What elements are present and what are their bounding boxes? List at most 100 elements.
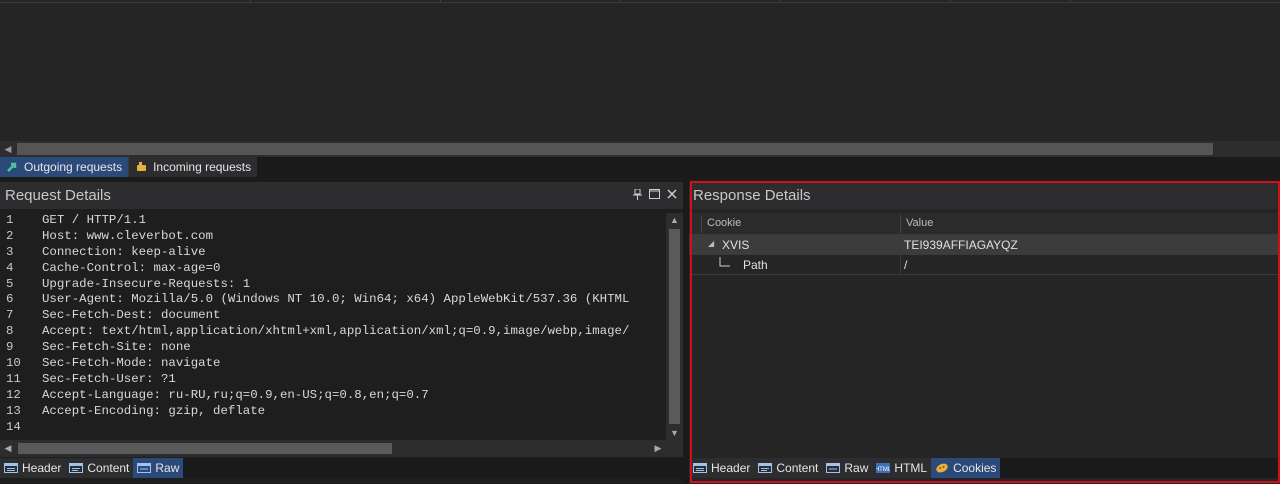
request-list-hscrollbar[interactable]: ◀ (0, 141, 1280, 157)
line-text: Accept-Encoding: gzip, deflate (42, 403, 266, 418)
response-view-tabs: Header Content Raw HTML HTML Cookies (689, 458, 1280, 478)
tab-label: Cookies (953, 461, 997, 475)
panel-title: Response Details (693, 187, 811, 204)
line-number: 6 (6, 292, 14, 307)
request-list[interactable] (0, 0, 1280, 141)
code-line: 1 GET / HTTP/1.1 (0, 213, 666, 229)
cookie-table-header: Cookie Value (689, 213, 1280, 235)
panel-title: Request Details (5, 187, 111, 204)
column-divider (250, 0, 251, 3)
code-line: 14 (0, 420, 666, 436)
pin-icon[interactable] (632, 188, 643, 200)
table-row[interactable]: ◢ XVIS TEI939AFFIAGAYQZ (689, 235, 1280, 255)
response-details-panel: Response Details Cookie Value ◢ XVIS TEI… (689, 182, 1280, 484)
tree-connector-icon (719, 257, 730, 267)
line-number: 5 (6, 276, 14, 291)
line-text: Sec-Fetch-Dest: document (42, 308, 221, 323)
scroll-down-icon[interactable]: ▼ (666, 426, 683, 440)
tab-label: Outgoing requests (24, 160, 123, 174)
content-icon (758, 463, 773, 473)
request-details-titlebar: Request Details (0, 182, 683, 209)
tab-label: Raw (155, 461, 180, 475)
header-icon (4, 463, 18, 473)
column-divider (1070, 0, 1071, 3)
request-direction-tabs: Outgoing requests Incoming requests (0, 157, 1280, 178)
header-icon (693, 463, 707, 473)
cookie-table[interactable]: Cookie Value ◢ XVIS TEI939AFFIAGAYQZ Pat… (689, 213, 1280, 459)
column-divider (900, 215, 901, 233)
scroll-left-icon[interactable]: ◀ (0, 440, 16, 457)
tab-content[interactable]: Content (65, 458, 134, 478)
tab-header[interactable]: Header (0, 458, 66, 478)
cookie-attribute-value: / (904, 258, 908, 272)
html-icon: HTML (876, 463, 891, 473)
line-text: Accept: text/html,application/xhtml+xml,… (42, 324, 630, 339)
tab-outgoing-requests[interactable]: Outgoing requests (0, 157, 129, 177)
scroll-right-icon[interactable]: ▶ (650, 440, 666, 457)
content-icon (69, 463, 84, 473)
incoming-hand-icon (137, 162, 147, 171)
close-icon[interactable] (666, 188, 677, 200)
column-header-cookie[interactable]: Cookie (707, 217, 741, 229)
maximize-icon[interactable] (649, 188, 660, 200)
column-header-value[interactable]: Value (906, 217, 933, 229)
line-number: 1 (6, 213, 14, 227)
code-line: 7 Sec-Fetch-Dest: document (0, 308, 666, 324)
outgoing-arrow-icon (7, 162, 17, 172)
code-line: 3 Connection: keep-alive (0, 245, 666, 261)
line-text (34, 420, 42, 436)
line-text: User-Agent: Mozilla/5.0 (Windows NT 10.0… (42, 292, 630, 307)
table-row[interactable]: Path / (689, 255, 1280, 275)
line-number: 11 (6, 371, 21, 386)
tab-raw[interactable]: Raw (133, 458, 184, 478)
scroll-up-icon[interactable]: ▲ (666, 213, 683, 227)
line-number: 13 (6, 403, 21, 418)
response-details-titlebar: Response Details (689, 182, 1280, 209)
tab-incoming-requests[interactable]: Incoming requests (128, 157, 258, 177)
tab-label: Incoming requests (153, 160, 252, 174)
cookie-name: XVIS (722, 238, 750, 252)
line-number: 10 (6, 356, 21, 371)
code-line: 5 Upgrade-Insecure-Requests: 1 (0, 277, 666, 293)
tab-label: Header (711, 461, 751, 475)
scroll-thumb[interactable] (18, 443, 392, 454)
line-number: 3 (6, 244, 14, 259)
code-line: 10 Sec-Fetch-Mode: navigate (0, 356, 666, 372)
tab-header[interactable]: Header (689, 458, 755, 478)
request-list-header (0, 0, 1280, 3)
tab-label: Header (22, 461, 62, 475)
scroll-left-icon[interactable]: ◀ (0, 141, 16, 157)
line-number: 12 (6, 387, 21, 402)
line-number: 8 (6, 324, 14, 339)
column-divider (780, 0, 781, 3)
line-number: 9 (6, 340, 14, 355)
line-text: Host: www.cleverbot.com (42, 228, 214, 243)
editor-hscrollbar[interactable]: ◀ ▶ (0, 440, 683, 457)
column-divider (620, 0, 621, 3)
raw-icon (137, 463, 152, 473)
line-number: 7 (6, 308, 14, 323)
raw-request-editor[interactable]: 1 GET / HTTP/1.1 2 Host: www.cleverbot.com 3… (0, 213, 666, 440)
scroll-thumb[interactable] (17, 143, 1213, 155)
raw-icon (826, 463, 841, 473)
scroll-thumb[interactable] (669, 229, 680, 424)
editor-vscrollbar[interactable]: ▲ ▼ (666, 213, 683, 440)
expanded-triangle-icon[interactable]: ◢ (708, 239, 714, 248)
line-text: Connection: keep-alive (42, 244, 206, 259)
tab-label: HTML (894, 461, 928, 475)
cookie-attribute-name: Path (743, 258, 768, 272)
column-divider (950, 0, 951, 3)
code-line: 12 Accept-Language: ru-RU,ru;q=0.9,en-US;… (0, 388, 666, 404)
code-line: 13 Accept-Encoding: gzip, deflate (0, 404, 666, 420)
code-line: 9 Sec-Fetch-Site: none (0, 340, 666, 356)
tab-html[interactable]: HTML HTML (872, 458, 932, 478)
tab-label: Content (87, 461, 130, 475)
line-number: 14 (6, 419, 21, 434)
column-divider (701, 215, 702, 233)
tab-raw[interactable]: Raw (822, 458, 873, 478)
column-divider (900, 235, 901, 255)
line-text: Accept-Language: ru-RU,ru;q=0.9,en-US;q=… (42, 387, 429, 402)
tab-cookies[interactable]: Cookies (931, 458, 1001, 478)
tab-content[interactable]: Content (754, 458, 823, 478)
cookie-value: TEI939AFFIAGAYQZ (904, 238, 1018, 252)
